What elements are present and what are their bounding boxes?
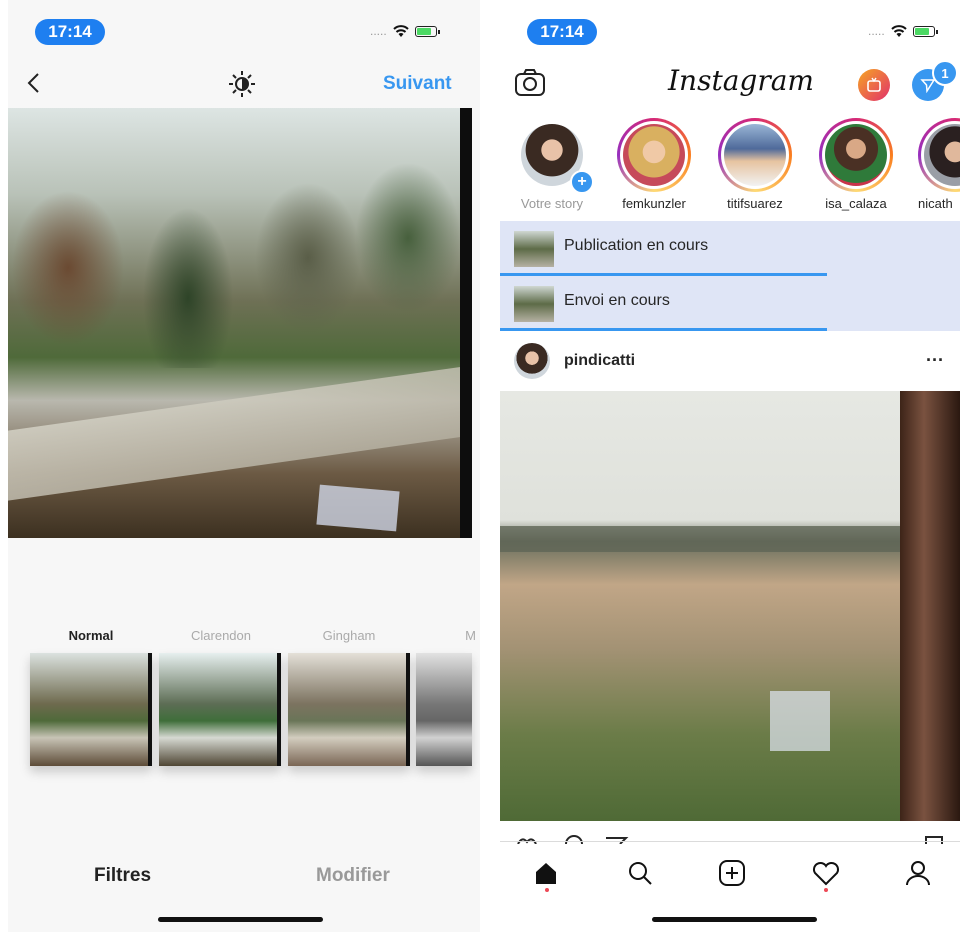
photo-treeline (500, 526, 900, 552)
tab-add-post[interactable] (712, 855, 752, 891)
filter-thumb-normal[interactable] (30, 653, 152, 766)
signal-dots: ..... (868, 24, 885, 38)
home-icon (536, 863, 556, 884)
battery-icon (414, 25, 440, 37)
brightness-icon[interactable] (228, 70, 256, 98)
story-name: femkunzler (622, 196, 686, 211)
tab-profile[interactable] (898, 855, 938, 891)
instagram-logo: Instagram (668, 64, 814, 97)
add-post-icon (719, 860, 745, 886)
status-icons: ..... (370, 24, 440, 38)
dm-badge: 1 (932, 60, 958, 86)
profile-icon (906, 861, 930, 886)
avatar (724, 124, 786, 186)
tab-filters[interactable]: Filtres (94, 865, 151, 887)
photo-preview (8, 108, 472, 538)
tabbar-divider (500, 841, 960, 842)
story-femkunzler[interactable]: femkunzler (604, 118, 704, 211)
story-name: nicath (918, 196, 953, 211)
filter-thumb-next[interactable] (416, 653, 472, 766)
activity-dot (824, 888, 828, 892)
status-icons: ..... (868, 24, 938, 38)
filter-label-normal: Normal (68, 628, 114, 643)
upload-label: Publication en cours (564, 237, 709, 254)
wifi-icon (392, 25, 409, 37)
upload-progress-bar (500, 328, 827, 331)
filter-editor-screen: 17:14 ..... Suivant Normal Clarendon Gin… (8, 0, 480, 932)
more-options-icon[interactable]: ··· (926, 350, 944, 371)
tab-edit[interactable]: Modifier (316, 865, 390, 887)
story-nicath[interactable]: nicath (908, 118, 960, 211)
status-time: 17:14 (527, 19, 597, 45)
post-avatar[interactable] (514, 343, 550, 379)
home-indicator (652, 917, 817, 922)
home-indicator (158, 917, 323, 922)
filter-label-gingham: Gingham (322, 628, 376, 643)
status-time: 17:14 (35, 19, 105, 45)
photo-frame-edge (460, 108, 472, 538)
upload-label: Envoi en cours (564, 292, 670, 309)
photo-road (8, 365, 472, 501)
post-photo (500, 391, 960, 821)
filter-label-clarendon: Clarendon (191, 628, 251, 643)
avatar (825, 124, 887, 186)
story-name: isa_calaza (825, 196, 887, 211)
avatar (924, 124, 960, 186)
upload-row-envoi: Envoi en cours (500, 276, 960, 331)
photo-reflection (316, 484, 400, 532)
avatar (623, 124, 685, 186)
battery-icon (912, 25, 938, 37)
story-name: titifsuarez (727, 196, 783, 211)
tab-activity[interactable] (806, 855, 846, 891)
upload-thumbnail (514, 231, 554, 267)
upload-row-publication: Publication en cours (500, 221, 960, 276)
window-frame (900, 391, 960, 821)
story-isa_calaza[interactable]: isa_calaza (806, 118, 906, 211)
photo-trees (8, 148, 472, 368)
add-story-icon[interactable]: + (570, 170, 594, 194)
upload-thumbnail (514, 286, 554, 322)
back-chevron-icon[interactable] (26, 72, 42, 94)
search-icon (629, 862, 652, 885)
story-titifsuarez[interactable]: titifsuarez (705, 118, 805, 211)
igtv-icon[interactable] (858, 69, 890, 101)
tab-home[interactable] (526, 855, 566, 891)
story-own[interactable]: + Votre story (502, 118, 602, 211)
camera-icon[interactable] (514, 68, 546, 98)
instagram-feed-screen: 17:14 ..... Instagram 1 + Votre story fe… (500, 0, 960, 932)
filter-thumb-clarendon[interactable] (159, 653, 281, 766)
next-button[interactable]: Suivant (383, 73, 452, 95)
tab-search[interactable] (620, 855, 660, 891)
photo-reflection (770, 691, 830, 751)
activity-heart-icon (812, 861, 840, 886)
filter-thumb-gingham[interactable] (288, 653, 410, 766)
wifi-icon (890, 25, 907, 37)
home-activity-dot (545, 888, 549, 892)
signal-dots: ..... (370, 24, 387, 38)
post-username[interactable]: pindicatti (564, 352, 635, 370)
story-name: Votre story (520, 196, 584, 211)
post-actions-row (517, 835, 943, 844)
filter-label-next: M (465, 628, 476, 643)
